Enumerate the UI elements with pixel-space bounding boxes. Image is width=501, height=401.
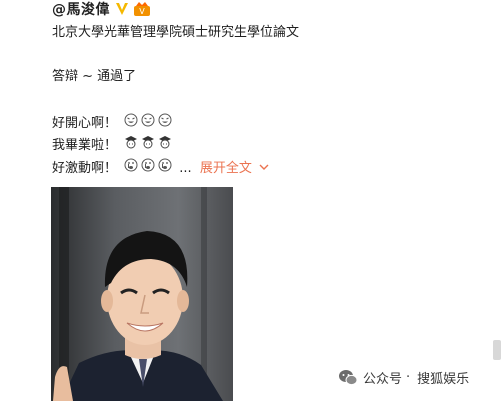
author-name[interactable]: @馬浚偉 — [52, 0, 110, 19]
post-line-defense: 答辯 ~ 通過了 — [52, 69, 137, 84]
graduate-text: 我畢業啦！ — [52, 138, 118, 153]
post-line-thesis: 北京大學光華管理學院碩士研究生學位論文 — [52, 25, 300, 40]
expand-full-text-link[interactable]: 展开全文 — [200, 161, 269, 176]
scrollbar-thumb[interactable] — [493, 340, 501, 360]
excited-text: 好激動啊！ — [52, 161, 118, 176]
graduate-emoji-icon — [159, 136, 172, 149]
post-header: @馬浚偉 V — [52, 0, 151, 18]
vip-crown-icon[interactable]: V — [133, 1, 151, 17]
crying-emoji-icon — [141, 158, 155, 172]
crying-emoji-icon — [158, 158, 172, 172]
verified-badge-icon — [116, 3, 128, 15]
graduate-emoji-icon — [142, 136, 155, 149]
watermark-prefix: 公众号 — [363, 372, 403, 387]
chevron-down-icon — [259, 164, 269, 170]
post-line-excited: 好激動啊！ ... 展开全文 — [52, 158, 269, 179]
post-photo[interactable] — [51, 187, 233, 401]
selfie-image — [51, 187, 233, 401]
post-line-graduate: 我畢業啦！ — [52, 135, 172, 156]
crying-emoji-group — [121, 158, 172, 172]
wechat-icon — [339, 369, 358, 385]
truncation-ellipsis: ... — [179, 161, 192, 176]
graduate-emoji-group — [121, 135, 172, 149]
watermark-separator: · — [406, 370, 411, 385]
expand-label: 展开全文 — [199, 161, 252, 176]
happy-text: 好開心啊！ — [52, 116, 118, 131]
post-line-happy: 好開心啊！ — [52, 113, 172, 134]
watermark-source: 搜狐娱乐 — [417, 372, 470, 387]
crying-emoji-icon — [124, 158, 138, 172]
grin-emoji-icon — [124, 113, 138, 127]
grin-emoji-icon — [158, 113, 172, 127]
graduate-emoji-icon — [125, 136, 138, 149]
source-watermark: 公众号 · 搜狐娱乐 — [338, 368, 469, 387]
grin-emoji-group — [121, 113, 172, 127]
grin-emoji-icon — [141, 113, 155, 127]
svg-text:V: V — [139, 7, 145, 16]
